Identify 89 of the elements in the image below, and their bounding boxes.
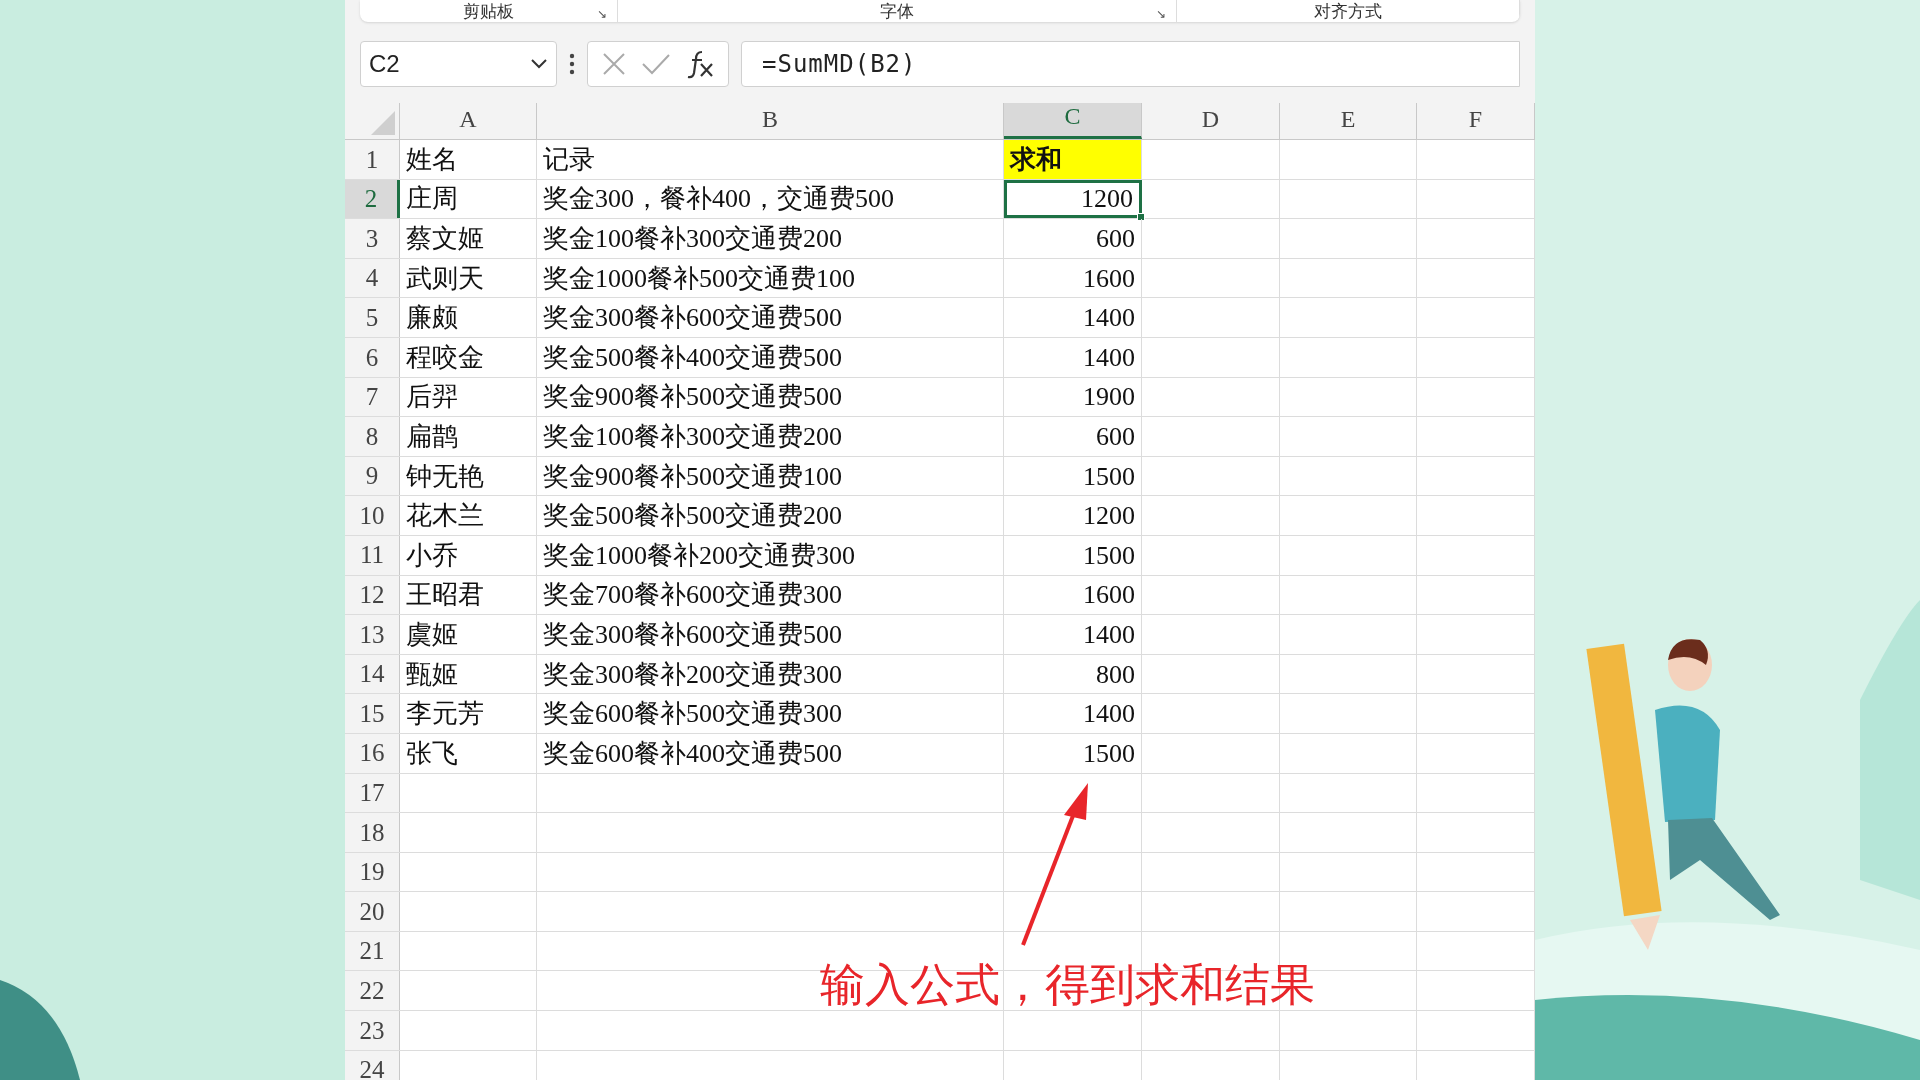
table-cell[interactable]: 蔡文姬 [400,219,537,258]
row-header[interactable]: 19 [345,852,400,892]
row-header[interactable]: 15 [345,694,400,733]
table-cell[interactable]: 奖金100餐补300交通费200 [537,219,1004,258]
row-header[interactable]: 20 [345,892,400,931]
table-cell[interactable]: 1900 [1004,377,1142,417]
row-header[interactable]: 23 [345,1011,400,1050]
table-cell[interactable]: 廉颇 [400,298,537,337]
column-header[interactable]: D [1142,103,1280,139]
table-cell[interactable]: 奖金1000餐补500交通费100 [537,258,1004,298]
table-cell[interactable]: 奖金1000餐补200交通费300 [537,535,1004,575]
dialog-launcher-icon[interactable]: ↘ [1156,8,1167,20]
table-cell[interactable]: 钟无艳 [400,456,537,496]
function-icon[interactable] [685,49,715,79]
table-cell[interactable]: 武则天 [400,258,537,298]
row-header[interactable]: 17 [345,773,400,813]
row-header[interactable]: 21 [345,931,400,971]
column-header[interactable]: F [1417,103,1535,139]
table-cell[interactable]: 虞姬 [400,615,537,654]
table-cell[interactable]: 奖金500餐补400交通费500 [537,337,1004,377]
table-cell[interactable]: 1600 [1004,575,1142,615]
table-cell[interactable]: 1400 [1004,337,1142,377]
row-header[interactable]: 13 [345,615,400,654]
table-cell[interactable]: 600 [1004,417,1142,456]
table-cell[interactable]: 扁鹊 [400,417,537,456]
table-cell[interactable]: 800 [1004,654,1142,694]
table-cell[interactable]: 奖金100餐补300交通费200 [537,417,1004,456]
row-header[interactable]: 1 [345,140,400,179]
table-cell[interactable]: 1400 [1004,615,1142,654]
row-header[interactable]: 8 [345,417,400,456]
fill-handle[interactable] [1137,213,1145,222]
row-header[interactable]: 5 [345,298,400,337]
table-cell[interactable]: 后羿 [400,377,537,417]
table-cell[interactable]: 甄姬 [400,654,537,694]
table-cell[interactable]: 花木兰 [400,496,537,535]
table-cell[interactable]: 1600 [1004,258,1142,298]
table-cell[interactable]: 小乔 [400,535,537,575]
row-header[interactable]: 11 [345,535,400,575]
table-cell[interactable]: 奖金600餐补400交通费500 [537,733,1004,773]
row-header[interactable]: 24 [345,1050,400,1080]
row-header[interactable]: 18 [345,813,400,852]
table-cell[interactable]: 奖金900餐补500交通费100 [537,456,1004,496]
row-header[interactable]: 3 [345,219,400,258]
table-cell[interactable]: 1500 [1004,733,1142,773]
table-cell[interactable]: 王昭君 [400,575,537,615]
column-header[interactable]: E [1280,103,1417,139]
table-cell[interactable]: 1500 [1004,456,1142,496]
column-header[interactable]: C [1004,103,1142,139]
table-cell[interactable]: 1400 [1004,298,1142,337]
table-cell[interactable]: 1200 [1004,179,1142,219]
table-cell[interactable]: 600 [1004,219,1142,258]
table-cell[interactable]: 奖金300餐补600交通费500 [537,298,1004,337]
ribbon-group-label: 剪贴板 [462,2,514,22]
ribbon-group-label: 字体 [880,2,915,22]
row-header[interactable]: 12 [345,575,400,615]
table-cell[interactable]: 1400 [1004,694,1142,733]
annotation-text: 输入公式，得到求和结果 [820,962,1315,1007]
ribbon-group-label: 对齐方式 [1314,2,1383,22]
table-cell[interactable]: 1200 [1004,496,1142,535]
chevron-down-icon [530,58,548,70]
row-header[interactable]: 22 [345,971,400,1011]
table-cell[interactable]: 庄周 [400,179,537,219]
check-icon[interactable] [641,52,671,76]
table-cell[interactable]: 奖金600餐补500交通费300 [537,694,1004,733]
table-cell[interactable]: 奖金900餐补500交通费500 [537,377,1004,417]
row-header[interactable]: 16 [345,733,400,773]
table-cell[interactable]: 1500 [1004,535,1142,575]
table-cell[interactable]: 李元芳 [400,694,537,733]
dialog-launcher-icon[interactable]: ↘ [596,8,607,20]
table-cell[interactable]: 奖金300，餐补400，交通费500 [537,179,1004,219]
row-header[interactable]: 14 [345,654,400,694]
row-header[interactable]: 2 [345,179,400,219]
row-header[interactable]: 7 [345,377,400,417]
table-cell[interactable]: 奖金300餐补600交通费500 [537,615,1004,654]
table-cell[interactable]: 张飞 [400,733,537,773]
row-header[interactable]: 9 [345,456,400,496]
row-header[interactable]: 10 [345,496,400,535]
table-cell[interactable]: 奖金500餐补500交通费200 [537,496,1004,535]
table-cell[interactable]: 求和 [1004,140,1142,179]
column-header[interactable]: A [400,103,537,139]
more-options-icon[interactable] [569,53,575,75]
row-header[interactable]: 4 [345,258,400,298]
table-cell[interactable]: 奖金300餐补200交通费300 [537,654,1004,694]
table-cell[interactable]: 奖金700餐补600交通费300 [537,575,1004,615]
row-header[interactable]: 6 [345,337,400,377]
formula-input[interactable]: =SumMD(B2) [741,41,1520,87]
name-box[interactable]: C2 [360,41,557,87]
table-cell[interactable]: 姓名 [400,140,537,179]
table-cell[interactable]: 程咬金 [400,337,537,377]
